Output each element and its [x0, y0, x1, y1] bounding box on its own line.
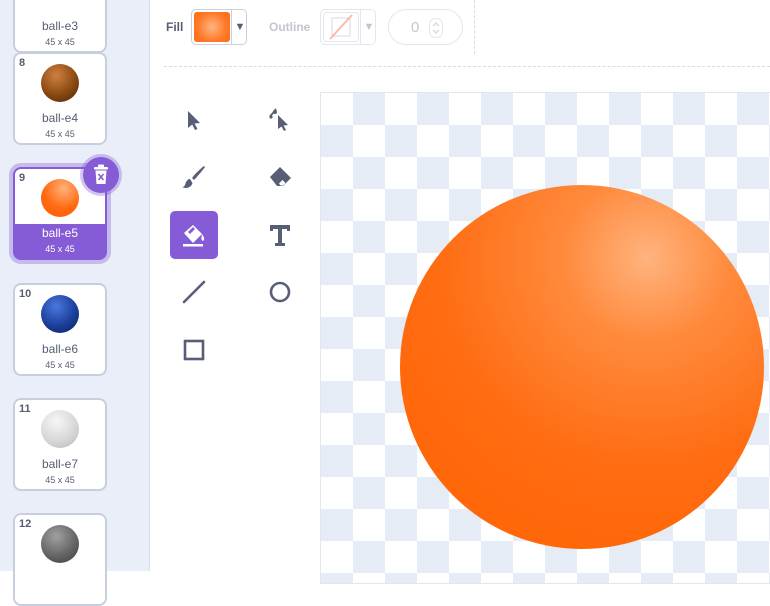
costume-size: 45 x 45 [45, 37, 75, 47]
brush-icon [182, 166, 205, 188]
chevron-down-icon: ▼ [360, 10, 377, 44]
costume-size: 45 x 45 [45, 475, 75, 485]
rectangle-tool-button[interactable] [170, 326, 218, 374]
outline-color-button[interactable]: ▼ [320, 9, 376, 45]
costume-item-ball-e3[interactable]: ball-e3 45 x 45 [13, 0, 107, 53]
circle-icon [269, 281, 291, 303]
costume-size: 45 x 45 [45, 360, 75, 370]
costume-number: 10 [19, 288, 32, 300]
text-tool-button[interactable] [256, 211, 304, 259]
stepper-icon[interactable] [429, 18, 443, 38]
costume-item-ball-e7[interactable]: 11 ball-e7 45 x 45 [13, 398, 107, 491]
line-tool-button[interactable] [170, 268, 218, 316]
select-arrow-icon [188, 111, 200, 130]
costume-item-ball-e6[interactable]: 10 ball-e6 45 x 45 [13, 283, 107, 376]
toolbar-divider [164, 66, 770, 67]
paint-bucket-icon [183, 225, 205, 247]
costume-thumbnail [41, 410, 79, 448]
eraser-tool-button[interactable] [256, 153, 304, 201]
outline-width-input[interactable]: 0 [388, 9, 463, 45]
outline-width-value: 0 [411, 19, 420, 36]
text-icon [270, 225, 290, 246]
costume-thumbnail [41, 179, 79, 217]
fill-label: Fill [166, 20, 184, 34]
circle-tool-button[interactable] [256, 268, 304, 316]
toolbar-divider [474, 0, 475, 54]
costume-name: ball-e4 [41, 111, 79, 125]
no-outline-swatch [323, 12, 359, 42]
costume-number: 9 [19, 172, 26, 184]
costume-name: ball-e5 [41, 226, 79, 240]
fill-color-swatch [194, 12, 230, 42]
fill-color-button[interactable]: ▼ [191, 9, 247, 45]
costume-item-12[interactable]: 12 [13, 513, 107, 606]
delete-costume-button[interactable] [83, 157, 119, 193]
costume-thumbnail [41, 295, 79, 333]
line-icon [182, 280, 206, 304]
ball-costume-artwork[interactable] [400, 185, 764, 549]
reshape-tool-button[interactable] [256, 96, 304, 144]
costume-item-ball-e4[interactable]: 8 ball-e4 45 x 45 [13, 52, 107, 145]
select-tool-button[interactable] [170, 96, 218, 144]
costume-name: ball-e6 [41, 342, 79, 356]
no-color-icon [329, 14, 353, 40]
costume-thumbnail [41, 64, 79, 102]
rectangle-icon [183, 339, 205, 361]
trash-icon [94, 164, 108, 184]
reshape-icon [269, 108, 288, 131]
costume-number: 12 [19, 518, 32, 530]
costume-name: ball-e7 [41, 457, 79, 471]
fill-tool-button[interactable] [170, 211, 218, 259]
chevron-down-icon: ▼ [231, 10, 248, 44]
costume-number: 8 [19, 57, 26, 69]
costume-number: 11 [19, 403, 31, 415]
costume-name: ball-e3 [41, 19, 79, 33]
costume-size: 45 x 45 [45, 244, 75, 254]
costume-size: 45 x 45 [45, 129, 75, 139]
outline-label: Outline [269, 20, 311, 34]
costume-thumbnail [41, 525, 79, 563]
eraser-icon [270, 167, 291, 186]
brush-tool-button[interactable] [170, 153, 218, 201]
costume-list: ball-e3 45 x 45 8 ball-e4 45 x 45 9 ball… [0, 0, 150, 606]
